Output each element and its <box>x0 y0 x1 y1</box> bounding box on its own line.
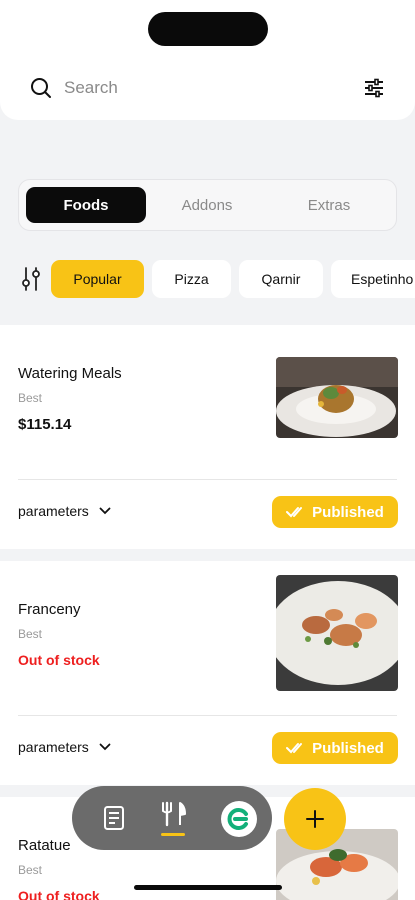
add-food-button[interactable] <box>284 788 346 850</box>
tab-addons[interactable]: Addons <box>147 187 267 223</box>
active-tab-indicator <box>161 833 185 836</box>
search-input[interactable] <box>64 76 314 100</box>
chevron-down-icon <box>99 507 111 515</box>
double-check-icon <box>286 743 303 754</box>
top-bar <box>0 0 415 120</box>
food-tag: Best <box>18 863 43 877</box>
card-divider <box>18 715 397 716</box>
food-image <box>276 575 398 691</box>
card-divider <box>18 479 397 480</box>
chip-qarnir[interactable]: Qarnir <box>239 260 323 298</box>
dynamic-island <box>148 12 268 46</box>
parameters-toggle[interactable]: parameters <box>18 739 111 755</box>
status-label: Published <box>312 503 384 521</box>
fork-knife-icon[interactable] <box>160 800 188 828</box>
parameters-label: parameters <box>18 739 89 755</box>
food-type-tabs: Foods Addons Extras <box>18 179 397 231</box>
food-tag: Best <box>18 391 43 405</box>
double-check-icon <box>286 507 303 518</box>
food-card[interactable]: Franceny Best Out of stock parameters Pu… <box>0 561 415 785</box>
chip-pizza[interactable]: Pizza <box>152 260 231 298</box>
food-name: Franceny <box>18 601 81 618</box>
food-tag: Best <box>18 627 43 641</box>
published-badge[interactable]: Published <box>272 496 398 528</box>
category-chips: Popular Pizza Qarnir Espetinho <box>0 258 415 300</box>
home-indicator <box>134 885 282 890</box>
food-image <box>276 357 398 438</box>
food-name: Watering Meals <box>18 365 122 382</box>
status-label: Published <box>312 739 384 757</box>
tab-foods[interactable]: Foods <box>26 187 146 223</box>
food-card[interactable]: Watering Meals Best $115.14 parameters P… <box>0 325 415 549</box>
bottom-nav <box>72 786 272 850</box>
out-of-stock-label: Out of stock <box>18 652 100 668</box>
profile-avatar-icon[interactable] <box>221 801 257 837</box>
tab-extras[interactable]: Extras <box>269 187 389 223</box>
food-name: Ratatue <box>18 837 71 854</box>
chevron-down-icon <box>99 743 111 751</box>
chip-popular[interactable]: Popular <box>51 260 144 298</box>
orders-document-icon[interactable] <box>100 804 128 832</box>
filter-sliders-icon[interactable] <box>362 76 386 100</box>
parameters-toggle[interactable]: parameters <box>18 503 111 519</box>
search-icon[interactable] <box>30 77 52 99</box>
plus-icon <box>306 810 324 828</box>
parameters-label: parameters <box>18 503 89 519</box>
food-price: $115.14 <box>18 416 72 433</box>
category-filter-icon[interactable] <box>20 266 42 292</box>
chip-espetinho[interactable]: Espetinho <box>331 260 415 298</box>
published-badge[interactable]: Published <box>272 732 398 764</box>
out-of-stock-label: Out of stock <box>18 888 100 900</box>
